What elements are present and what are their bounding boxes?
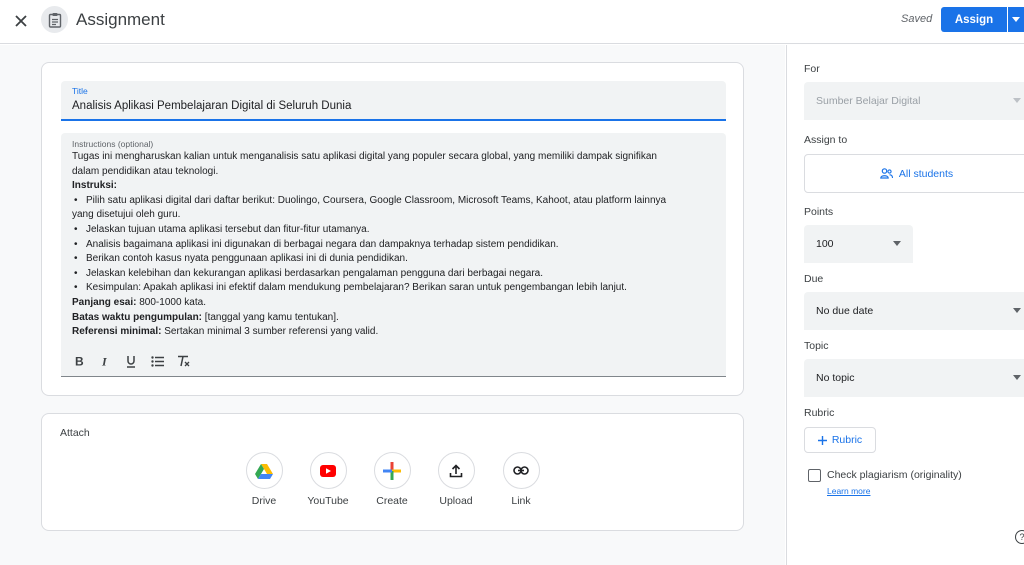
attach-link-button[interactable]: Link [491,452,551,507]
attach-upload-button[interactable]: Upload [426,452,486,507]
topic-label: Topic [804,340,829,352]
dropdown-arrow-icon [893,241,901,246]
assignment-icon [41,6,68,33]
italic-button[interactable]: I [94,351,116,371]
close-button[interactable] [8,8,34,34]
top-bar: Assignment Saved Assign [0,0,1024,44]
due-value: No due date [816,305,874,317]
plagiarism-checkbox[interactable] [808,469,821,482]
title-label: Title [72,86,88,96]
add-rubric-button[interactable]: Rubric [804,427,876,453]
saved-status: Saved [901,13,933,25]
attach-card: Attach Drive YouTube Create Upload Link [41,413,744,531]
svg-text:I: I [101,355,108,367]
bullet-item: Berikan contoh kasus nyata penggunaan ap… [72,252,712,267]
class-select[interactable]: Sumber Belajar Digital [804,82,1024,120]
instructions-text[interactable]: Tugas ini mengharuskan kalian untuk meng… [72,150,712,340]
points-label: Points [804,206,834,218]
svg-text:B: B [75,355,84,367]
class-select-value: Sumber Belajar Digital [816,95,921,107]
people-icon [880,168,893,179]
attach-create-button[interactable]: Create [362,452,422,507]
bulleted-list-button[interactable] [146,351,168,371]
assign-options-button[interactable] [1008,7,1024,32]
essay-length-label: Panjang esai: [72,296,137,308]
dropdown-arrow-icon [1013,375,1021,380]
attach-upload-label: Upload [439,495,473,507]
students-select[interactable]: All students [804,154,1024,193]
help-icon[interactable]: ? [1015,530,1024,544]
attach-create-label: Create [376,495,408,507]
intro-line: Tugas ini mengharuskan kalian untuk meng… [72,151,657,162]
dropdown-arrow-icon [1013,308,1021,313]
create-plus-icon [383,461,401,480]
youtube-icon [320,464,336,477]
clear-format-icon [177,355,189,367]
topic-select[interactable]: No topic [804,359,1024,397]
upload-icon [449,463,463,477]
instructions-label: Instructions (optional) [72,139,154,149]
bullet-item: Analisis bagaimana aplikasi ini digunaka… [72,238,712,253]
instruksi-heading: Instruksi: [72,180,118,192]
italic-icon: I [101,355,108,367]
topic-value: No topic [816,372,855,384]
essay-length-value: 800-1000 kata. [136,296,206,308]
assign-button[interactable]: Assign [941,7,1007,32]
caret-down-icon [1012,17,1020,22]
assign-to-label: Assign to [804,134,848,146]
main-area: Title Analisis Aplikasi Pembelajaran Dig… [0,45,785,565]
format-toolbar: B I [68,351,194,371]
list-icon [150,355,164,367]
link-icon [513,466,529,475]
attach-drive-label: Drive [251,495,277,507]
points-value: 100 [816,238,834,250]
settings-panel: For Sumber Belajar Digital Assign to All… [786,45,1024,565]
bullet-item: Jelaskan tujuan utama aplikasi tersebut … [72,223,712,238]
attach-link-label: Link [511,495,531,507]
google-drive-icon [255,463,273,479]
bullet-item: Jelaskan kelebihan dan kekurangan aplika… [72,267,712,282]
bullet-item: Kesimpulan: Apakah aplikasi ini efektif … [72,281,712,296]
due-label: Due [804,273,824,285]
attach-label: Attach [60,427,90,439]
attach-youtube-button[interactable]: YouTube [298,452,358,507]
plus-icon [817,435,827,445]
underline-button[interactable] [120,351,142,371]
close-icon [15,15,27,27]
points-select[interactable]: 100 [804,225,913,263]
for-label: For [804,63,820,75]
page-title: Assignment [76,10,165,29]
reference-label: Referensi minimal: [72,326,162,338]
add-rubric-label: Rubric [831,434,863,446]
bold-button[interactable]: B [68,351,90,371]
title-field[interactable]: Title Analisis Aplikasi Pembelajaran Dig… [61,81,726,121]
dropdown-arrow-icon [1013,98,1021,103]
bold-icon: B [75,355,84,367]
underline-icon [127,355,135,368]
attach-drive-button[interactable]: Drive [234,452,294,507]
reference-value: Sertakan minimal 3 sumber referensi yang… [161,326,379,338]
deadline-label: Batas waktu pengumpulan: [72,311,203,323]
plagiarism-label: Check plagiarism (originality) [827,469,962,481]
deadline-value: [tanggal yang kamu tentukan]. [202,311,339,323]
bullet-continuation: yang disetujui oleh guru. [72,209,181,221]
attach-youtube-label: YouTube [307,495,349,507]
intro-line: dalam pendidikan atau teknologi. [72,165,219,177]
details-card: Title Analisis Aplikasi Pembelajaran Dig… [41,62,744,396]
students-value: All students [898,167,954,180]
learn-more-link[interactable]: Learn more [827,486,870,496]
bullet-item: Pilih satu aplikasi digital dari daftar … [72,194,712,209]
due-select[interactable]: No due date [804,292,1024,330]
rubric-label: Rubric [804,407,835,419]
title-input[interactable]: Analisis Aplikasi Pembelajaran Digital d… [72,100,351,112]
instructions-field[interactable]: Instructions (optional) Tugas ini mengha… [61,133,726,377]
clear-format-button[interactable] [172,351,194,371]
